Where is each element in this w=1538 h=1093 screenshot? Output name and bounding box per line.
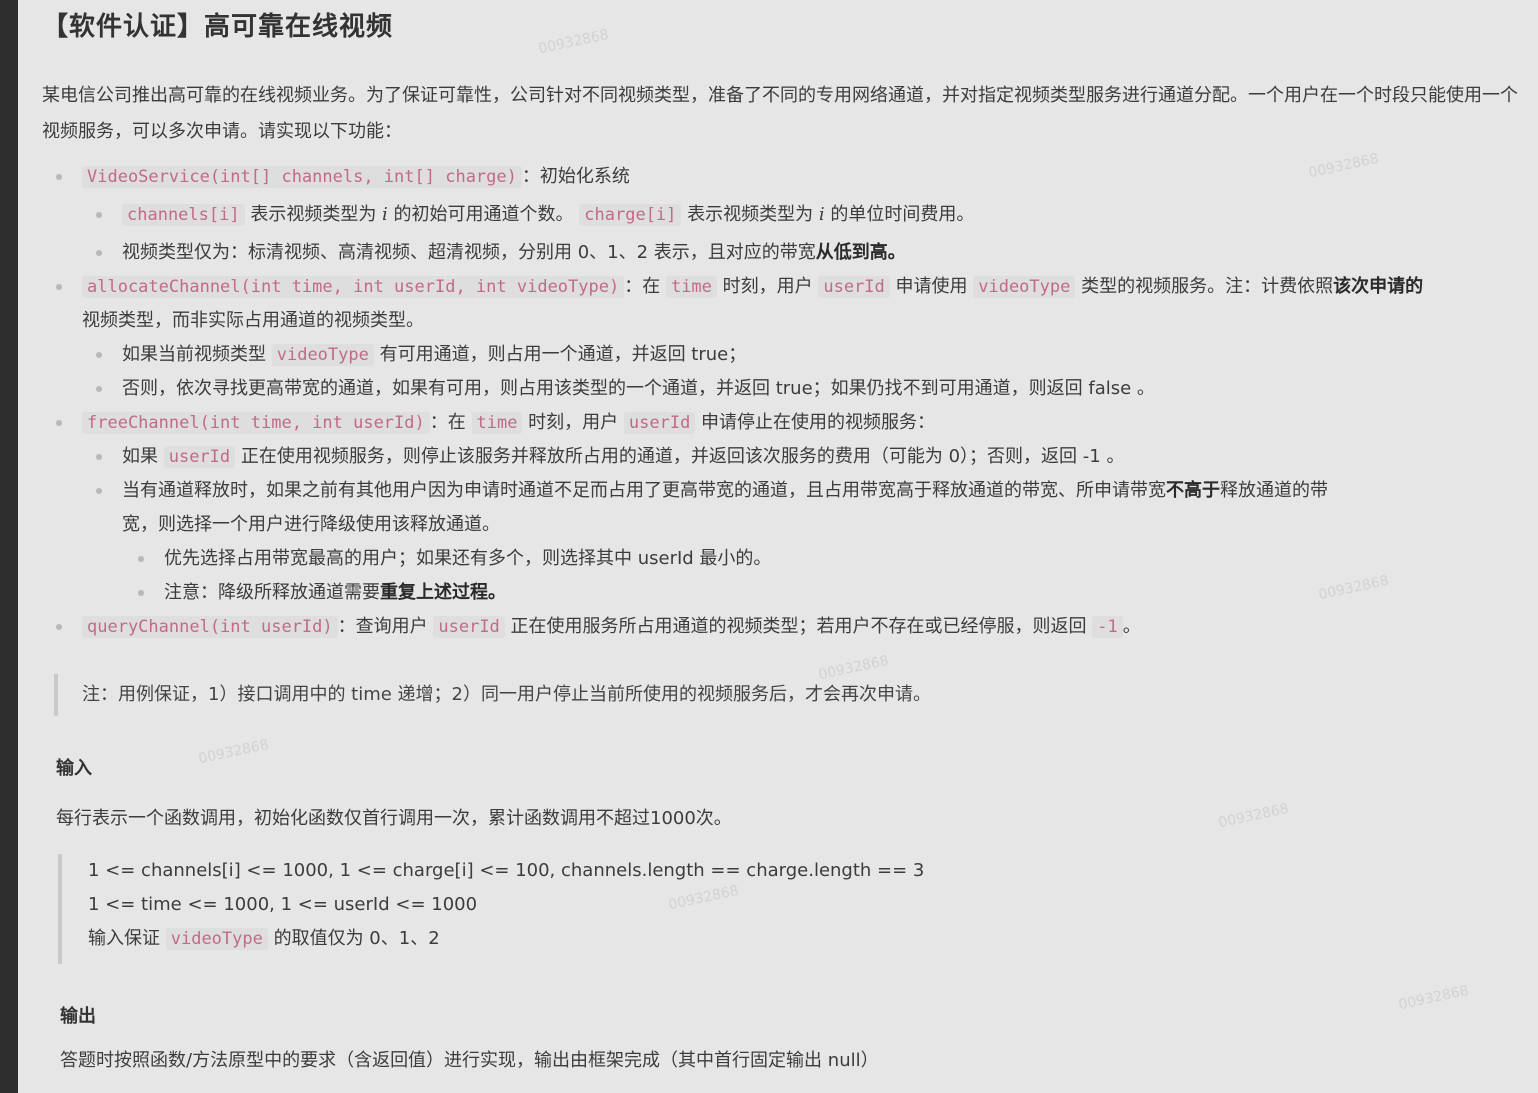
item-text: 表示视频类型为 — [244, 204, 383, 225]
bullet-icon — [96, 212, 102, 218]
item-text: 优先选择占用带宽最高的用户；如果还有多个，则选择其中 userId 最小的。 — [164, 548, 772, 569]
inline-code: charge[i] — [579, 204, 682, 226]
inline-code: freeChannel(int time, int userId) — [82, 412, 430, 434]
bullet-icon — [96, 454, 102, 460]
item-text: 当有通道释放时，如果之前有其他用户因为申请时通道不足而占用了更高带宽的通道，且占… — [122, 480, 1166, 501]
list-item-init-channels: channels[i] 表示视频类型为 i 的初始可用通道个数。 charge[… — [42, 198, 1532, 232]
bullet-icon — [96, 488, 102, 494]
item-text: 申请使用 — [889, 276, 974, 297]
list-item-query: queryChannel(int userId) ：查询用户 userId 正在使… — [42, 610, 1532, 644]
item-text: 否则，依次寻找更高带宽的通道，如果有可用，则占用该类型的一个通道，并返回 tru… — [122, 378, 1155, 399]
bullet-icon — [138, 556, 144, 562]
bold-text: 从低到高。 — [815, 242, 906, 263]
list-item-free-priority: 优先选择占用带宽最高的用户；如果还有多个，则选择其中 userId 最小的。 — [42, 542, 1532, 576]
list-item-free-stop: 如果 userId 正在使用视频服务，则停止该服务并释放所占用的通道，并返回该次… — [42, 440, 1532, 474]
item-text: 时刻，用户 — [522, 412, 624, 433]
item-text: 释放通道的带 — [1220, 480, 1328, 501]
watermark: 00932868 — [1397, 982, 1471, 1014]
item-text: ：在 — [429, 412, 472, 433]
constraint-line: 1 <= time <= 1000, 1 <= userId <= 1000 — [88, 894, 478, 915]
inline-code: userId — [433, 616, 505, 638]
item-text: 正在使用视频服务，则停止该服务并释放所占用的通道，并返回该次服务的费用（可能为 … — [235, 446, 1125, 467]
bullet-icon — [96, 250, 102, 256]
inline-code: videoType — [271, 344, 374, 366]
item-text: ：查询用户 — [337, 616, 434, 637]
item-text: 宽，则选择一个用户进行降级使用该释放通道。 — [122, 514, 500, 535]
watermark: 00932868 — [197, 736, 271, 768]
function-list: VideoService(int[] channels, int[] charg… — [42, 160, 1532, 644]
bullet-icon — [56, 624, 62, 630]
item-text: 正在使用服务所占用通道的视频类型；若用户不存在或已经停服，则返回 — [504, 616, 1093, 637]
input-description: 每行表示一个函数调用，初始化函数仅首行调用一次，累计函数调用不超过1000次。 — [56, 808, 732, 829]
bold-text: 该次申请的 — [1333, 276, 1424, 297]
list-item-init: VideoService(int[] channels, int[] charg… — [42, 160, 1532, 194]
inline-code: channels[i] — [122, 204, 245, 226]
list-item-free-release: 当有通道释放时，如果之前有其他用户因为申请时通道不足而占用了更高带宽的通道，且占… — [42, 474, 1532, 542]
constraints-blockquote: 1 <= channels[i] <= 1000, 1 <= charge[i]… — [58, 854, 1488, 964]
item-text: ：在 — [624, 276, 666, 297]
inline-code: videoType — [165, 928, 268, 950]
bold-text: 重复上述过程。 — [380, 582, 506, 603]
list-item-allocate-fallback: 否则，依次寻找更高带宽的通道，如果有可用，则占用该类型的一个通道，并返回 tru… — [42, 372, 1532, 406]
item-text: 注意：降级所释放通道需要 — [164, 582, 380, 603]
bullet-icon — [56, 420, 62, 426]
page-title: 【软件认证】高可靠在线视频 — [42, 12, 394, 42]
item-text: 视频类型，而非实际占用通道的视频类型。 — [82, 310, 424, 331]
output-description: 答题时按照函数/方法原型中的要求（含返回值）进行实现，输出由框架完成（其中首行固… — [60, 1050, 879, 1071]
inline-code: time — [471, 412, 523, 434]
item-text: 的单位时间费用。 — [824, 204, 975, 225]
intro-paragraph: 某电信公司推出高可靠的在线视频业务。为了保证可靠性，公司针对不同视频类型，准备了… — [42, 85, 1518, 142]
bullet-icon — [96, 386, 102, 392]
input-heading: 输入 — [56, 758, 92, 779]
watermark: 00932868 — [537, 26, 611, 58]
inline-code: userId — [163, 446, 236, 468]
inline-code: userId — [818, 276, 890, 298]
list-item-free-repeat: 注意：降级所释放通道需要重复上述过程。 — [42, 576, 1532, 610]
bullet-icon — [138, 590, 144, 596]
item-text: 的初始可用通道个数。 — [387, 204, 574, 225]
bullet-icon — [56, 284, 62, 290]
item-text: 如果 — [122, 446, 164, 467]
note-blockquote: 注：用例保证，1）接口调用中的 time 递增；2）同一用户停止当前所使用的视频… — [54, 674, 1532, 716]
inline-code: allocateChannel(int time, int userId, in… — [82, 276, 625, 298]
item-text: 申请停止在使用的视频服务： — [695, 412, 936, 433]
inline-code: queryChannel(int userId) — [82, 616, 338, 638]
list-item-init-types: 视频类型仅为：标清视频、高清视频、超清视频，分别用 0、1、2 表示，且对应的带… — [42, 236, 1532, 270]
item-text: 时刻，用户 — [716, 276, 819, 297]
watermark: 00932868 — [1217, 800, 1291, 832]
inline-code: time — [665, 276, 717, 298]
item-text: 的取值仅为 0、1、2 — [267, 928, 440, 949]
inline-code: userId — [623, 412, 696, 434]
bullet-icon — [96, 352, 102, 358]
item-text: 类型的视频服务。注：计费依照 — [1075, 276, 1334, 297]
inline-code: VideoService(int[] channels, int[] charg… — [82, 166, 522, 188]
problem-page: 00932868 00932868 00932868 00932868 0093… — [18, 0, 1538, 1093]
item-text: 视频类型仅为：标清视频、高清视频、超清视频，分别用 0、1、2 表示，且对应的带… — [122, 242, 816, 263]
inline-code: -1 — [1092, 616, 1123, 638]
bold-text: 不高于 — [1166, 480, 1220, 501]
item-text: 有可用通道，则占用一个通道，并返回 true； — [373, 344, 747, 365]
item-text: 如果当前视频类型 — [122, 344, 272, 365]
list-item-free: freeChannel(int time, int userId) ：在 time… — [42, 406, 1532, 440]
item-text: 表示视频类型为 — [681, 204, 819, 225]
bullet-icon — [56, 174, 62, 180]
item-text: 。 — [1122, 616, 1141, 637]
list-item-allocate: allocateChannel(int time, int userId, in… — [42, 270, 1532, 338]
constraint-line: 1 <= channels[i] <= 1000, 1 <= charge[i]… — [88, 860, 925, 881]
output-heading: 输出 — [60, 1006, 96, 1027]
item-text: ：初始化系统 — [521, 166, 630, 187]
item-text: 输入保证 — [88, 928, 166, 949]
list-item-allocate-available: 如果当前视频类型 videoType 有可用通道，则占用一个通道，并返回 tru… — [42, 338, 1532, 372]
constraint-line: 输入保证 videoType 的取值仅为 0、1、2 — [88, 922, 1488, 956]
inline-code: videoType — [973, 276, 1076, 298]
